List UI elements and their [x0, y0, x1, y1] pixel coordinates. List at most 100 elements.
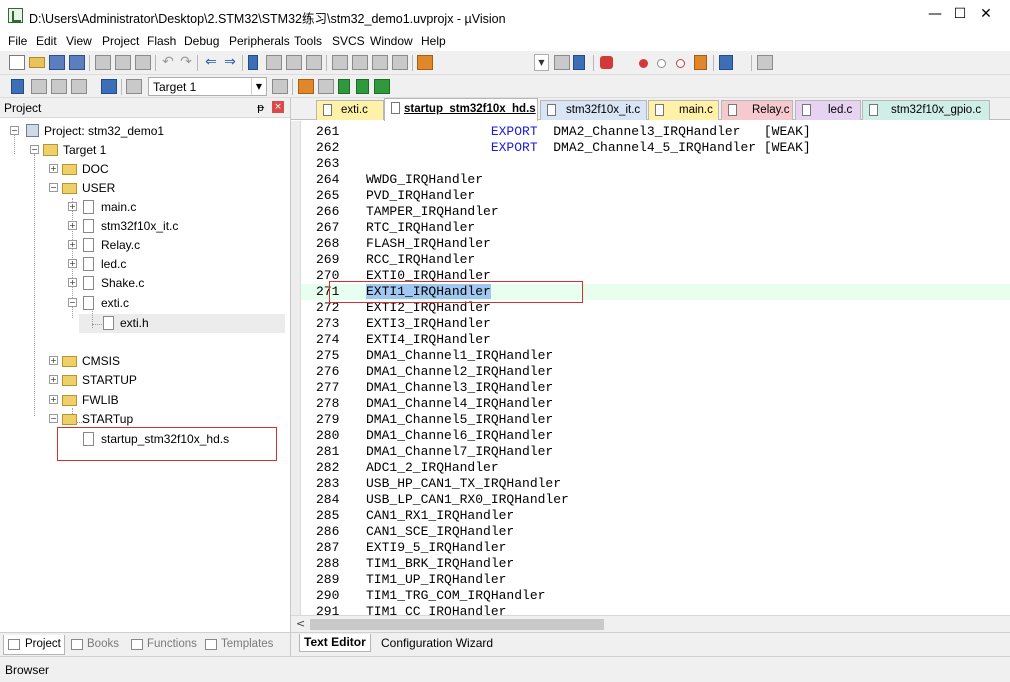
close-panel-icon[interactable]: ×	[272, 101, 284, 113]
code-line[interactable]: 267 RTC_IRQHandler	[301, 220, 1010, 236]
tab-configuration-wizard[interactable]: Configuration Wizard	[381, 636, 493, 650]
tab-functions[interactable]: Functions	[131, 635, 201, 655]
menu-peripherals[interactable]: Peripherals	[229, 34, 290, 48]
code-line[interactable]: 264 WWDG_IRQHandler	[301, 172, 1010, 188]
menu-flash[interactable]: Flash	[147, 34, 176, 48]
navigate-forward-icon[interactable]: ⇒	[222, 55, 238, 70]
expand-icon[interactable]: +	[49, 164, 58, 173]
collapse-icon[interactable]: −	[49, 414, 58, 423]
code-line[interactable]: 276 DMA1_Channel2_IRQHandler	[301, 364, 1010, 380]
expand-icon[interactable]: +	[68, 221, 77, 230]
code-line[interactable]: 283 USB_HP_CAN1_TX_IRQHandler	[301, 476, 1010, 492]
cut-icon[interactable]	[95, 55, 111, 70]
tree-item-target[interactable]: − Target 1	[0, 141, 200, 160]
menu-file[interactable]: File	[8, 34, 27, 48]
editor-tab-led-c[interactable]: led.c	[795, 100, 861, 120]
new-file-icon[interactable]	[9, 55, 25, 70]
pack-installer-icon[interactable]	[356, 79, 369, 94]
code-line[interactable]: 268 FLASH_IRQHandler	[301, 236, 1010, 252]
expand-icon[interactable]: +	[49, 375, 58, 384]
incremental-find-icon[interactable]	[573, 55, 585, 70]
menu-svcs[interactable]: SVCS	[332, 34, 365, 48]
code-line[interactable]: 290 TIM1_TRG_COM_IRQHandler	[301, 588, 1010, 604]
horizontal-scrollbar[interactable]: <	[291, 615, 1010, 632]
manage-rte-icon[interactable]	[374, 79, 390, 94]
download-icon[interactable]	[101, 79, 117, 94]
tab-templates[interactable]: Templates	[205, 635, 280, 655]
save-all-icon[interactable]	[69, 55, 85, 70]
undo-icon[interactable]: ↶	[160, 55, 176, 70]
indent-icon[interactable]	[332, 55, 348, 70]
tree-item-group-doc[interactable]: + DOC	[0, 160, 200, 179]
code-line[interactable]: 274 EXTI4_IRQHandler	[301, 332, 1010, 348]
menu-window[interactable]: Window	[370, 34, 413, 48]
tree-item-file-relay[interactable]: + Relay.c	[0, 236, 200, 255]
code-line[interactable]: 282 ADC1_2_IRQHandler	[301, 460, 1010, 476]
breakpoint-enable-icon[interactable]	[657, 59, 666, 68]
code-line[interactable]: 263	[301, 156, 1010, 172]
collapse-icon[interactable]: −	[30, 145, 39, 154]
minimize-button[interactable]: —	[925, 6, 945, 24]
stop-build-icon[interactable]	[126, 79, 142, 94]
redo-icon[interactable]: ↷	[178, 55, 194, 70]
expand-icon[interactable]: +	[68, 240, 77, 249]
breakpoint-disable-icon[interactable]	[676, 59, 685, 68]
translate-icon[interactable]	[11, 79, 24, 94]
comment-icon[interactable]	[372, 55, 388, 70]
build-icon[interactable]	[31, 79, 47, 94]
menu-project[interactable]: Project	[102, 34, 139, 48]
expand-icon[interactable]: +	[68, 202, 77, 211]
unindent-icon[interactable]	[352, 55, 368, 70]
tree-item-file-shake[interactable]: + Shake.c	[0, 274, 200, 293]
bookmark-prev-icon[interactable]	[266, 55, 282, 70]
target-options-icon[interactable]	[272, 79, 288, 94]
code-line[interactable]: 280 DMA1_Channel6_IRQHandler	[301, 428, 1010, 444]
menu-tools[interactable]: Tools	[294, 34, 322, 48]
manage-project-icon[interactable]	[298, 79, 314, 94]
code-line[interactable]: 261 EXPORT DMA2_Channel3_IRQHandler [WEA…	[301, 124, 1010, 140]
code-line[interactable]: 286 CAN1_SCE_IRQHandler	[301, 524, 1010, 540]
navigate-back-icon[interactable]: ⇐	[203, 55, 219, 70]
collapse-icon[interactable]: −	[10, 126, 19, 135]
tree-item-file-it[interactable]: + stm32f10x_it.c	[0, 217, 200, 236]
code-editor[interactable]: 261 EXPORT DMA2_Channel3_IRQHandler [WEA…	[291, 121, 1010, 615]
code-line[interactable]: 287 EXTI9_5_IRQHandler	[301, 540, 1010, 556]
tree-item-group-fwlib[interactable]: + FWLIB	[0, 391, 200, 410]
batch-build-icon[interactable]	[71, 79, 87, 94]
find-combo-dropdown[interactable]: ▼	[534, 54, 549, 71]
target-select[interactable]: Target 1 ▼	[148, 77, 267, 96]
code-line[interactable]: 277 DMA1_Channel3_IRQHandler	[301, 380, 1010, 396]
code-line[interactable]: 291 TIM1_CC_IRQHandler	[301, 604, 1010, 615]
code-line[interactable]: 273 EXTI3_IRQHandler	[301, 316, 1010, 332]
open-file-icon[interactable]	[29, 57, 45, 68]
breakpoint-kill-icon[interactable]	[694, 55, 707, 70]
bookmark-clear-icon[interactable]	[306, 55, 322, 70]
scrollbar-thumb[interactable]	[310, 619, 604, 630]
code-line[interactable]: 281 DMA1_Channel7_IRQHandler	[301, 444, 1010, 460]
tree-item-project[interactable]: − Project: stm32_demo1	[0, 122, 200, 141]
copy-icon[interactable]	[115, 55, 131, 70]
code-line[interactable]: 279 DMA1_Channel5_IRQHandler	[301, 412, 1010, 428]
editor-tab-main-c[interactable]: main.c	[648, 100, 719, 120]
tree-item-file-exti[interactable]: − exti.c	[0, 294, 200, 313]
find-in-files-icon[interactable]	[417, 55, 433, 70]
file-extensions-icon[interactable]	[318, 79, 334, 94]
code-line[interactable]: 278 DMA1_Channel4_IRQHandler	[301, 396, 1010, 412]
tree-item-file-main[interactable]: + main.c	[0, 198, 200, 217]
find-icon[interactable]	[554, 55, 570, 70]
uncomment-icon[interactable]	[392, 55, 408, 70]
expand-icon[interactable]: +	[49, 356, 58, 365]
tree-item-file-led[interactable]: + led.c	[0, 255, 200, 274]
code-line[interactable]: 269 RCC_IRQHandler	[301, 252, 1010, 268]
pin-icon[interactable]: ᵽ	[257, 101, 264, 114]
bookmark-insert-icon[interactable]	[248, 55, 258, 70]
window-layout-icon[interactable]	[719, 55, 733, 70]
tree-item-file-exti-h[interactable]: exti.h	[0, 314, 200, 333]
tree-item-group-cmsis[interactable]: + CMSIS	[0, 352, 200, 371]
tree-item-group-user[interactable]: − USER	[0, 179, 200, 198]
code-line[interactable]: 275 DMA1_Channel1_IRQHandler	[301, 348, 1010, 364]
code-line[interactable]: 284 USB_LP_CAN1_RX0_IRQHandler	[301, 492, 1010, 508]
menu-debug[interactable]: Debug	[184, 34, 219, 48]
code-line[interactable]: 266 TAMPER_IRQHandler	[301, 204, 1010, 220]
paste-icon[interactable]	[135, 55, 151, 70]
